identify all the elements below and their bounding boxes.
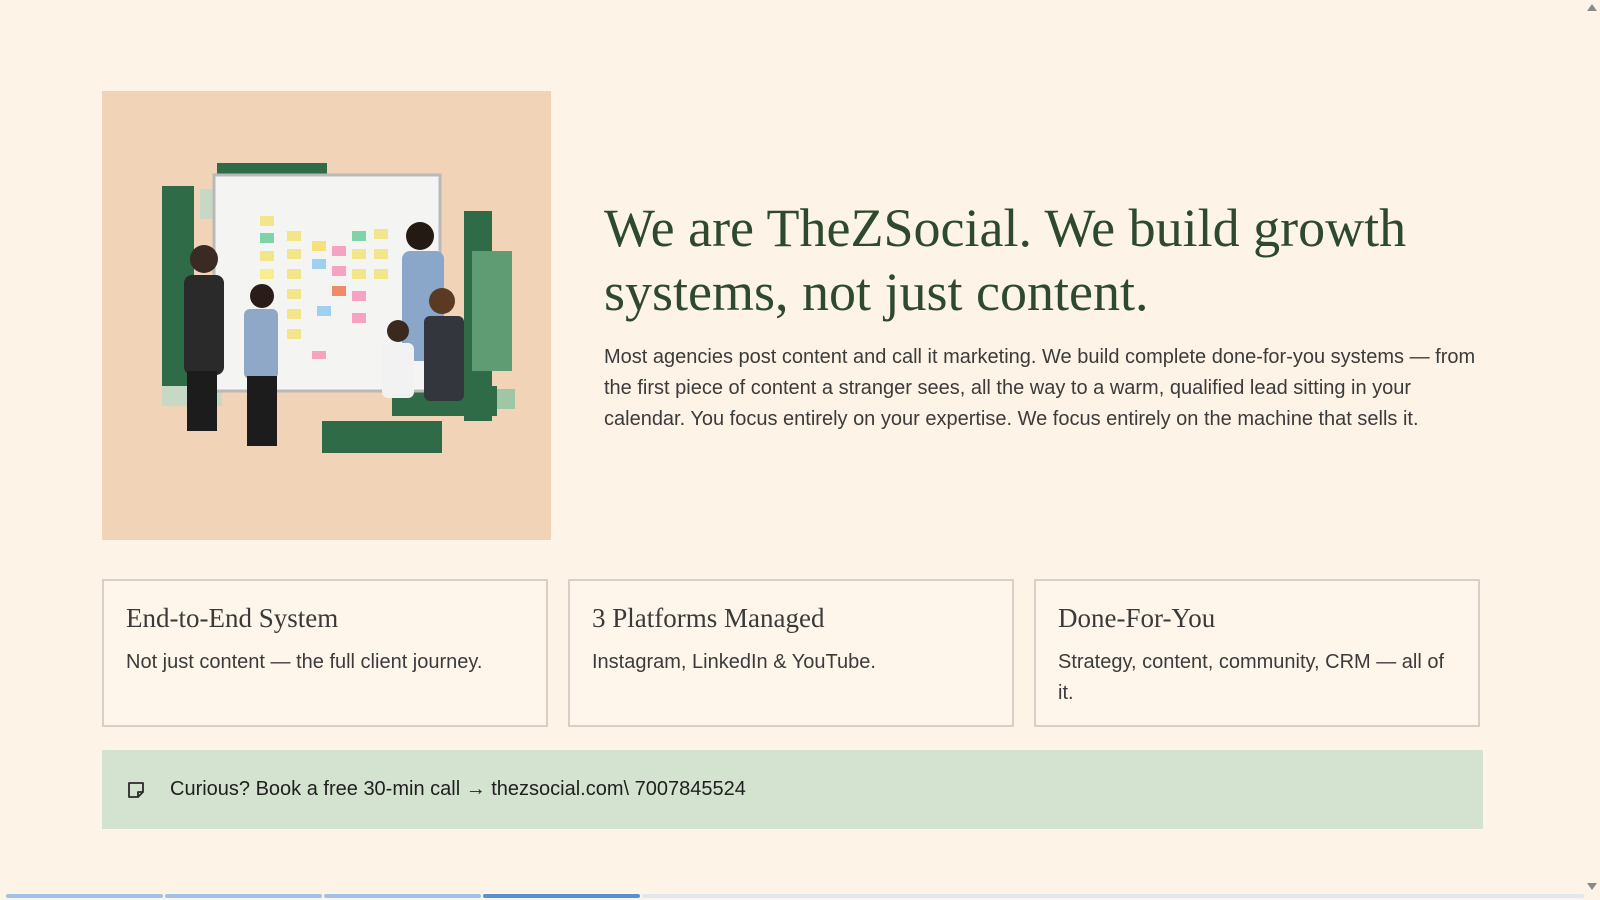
note-icon (126, 780, 146, 800)
progress-segment (6, 894, 163, 898)
progress-track (642, 894, 1584, 898)
vertical-scrollbar[interactable] (1584, 0, 1600, 900)
progress-segment (324, 894, 481, 898)
card-description: Instagram, LinkedIn & YouTube. (592, 651, 876, 673)
team-illustration (162, 163, 515, 453)
headline: We are TheZSocial. We build growth syste… (604, 198, 1407, 322)
hero-text: We are TheZSocial. We build growth syste… (604, 196, 1484, 435)
feature-card-done-for-you: Done-For-You Strategy, content, communit… (1034, 579, 1480, 727)
page: We are TheZSocial. We build growth syste… (0, 0, 1584, 900)
slide-progress (6, 894, 1584, 898)
scroll-up-arrow-icon[interactable] (1587, 4, 1597, 11)
progress-segment (165, 894, 322, 898)
card-description: Not just content — the full client journ… (126, 651, 483, 673)
intro-paragraph: Most agencies post content and call it m… (604, 346, 1476, 430)
card-title: End-to-End System (126, 603, 339, 633)
feature-card-platforms: 3 Platforms Managed Instagram, LinkedIn … (568, 579, 1014, 727)
card-title: Done-For-You (1058, 603, 1216, 633)
feature-cards: End-to-End System Not just content — the… (102, 579, 1483, 730)
hero-image (102, 91, 551, 540)
card-description: Strategy, content, community, CRM — all … (1058, 651, 1445, 704)
cta-banner[interactable]: Curious? Book a free 30-min call → thezs… (102, 750, 1483, 829)
progress-segment (483, 894, 640, 898)
scroll-down-arrow-icon[interactable] (1587, 883, 1597, 890)
card-title: 3 Platforms Managed (592, 603, 825, 633)
cta-text[interactable]: Curious? Book a free 30-min call → thezs… (170, 778, 746, 801)
feature-card-end-to-end: End-to-End System Not just content — the… (102, 579, 548, 727)
